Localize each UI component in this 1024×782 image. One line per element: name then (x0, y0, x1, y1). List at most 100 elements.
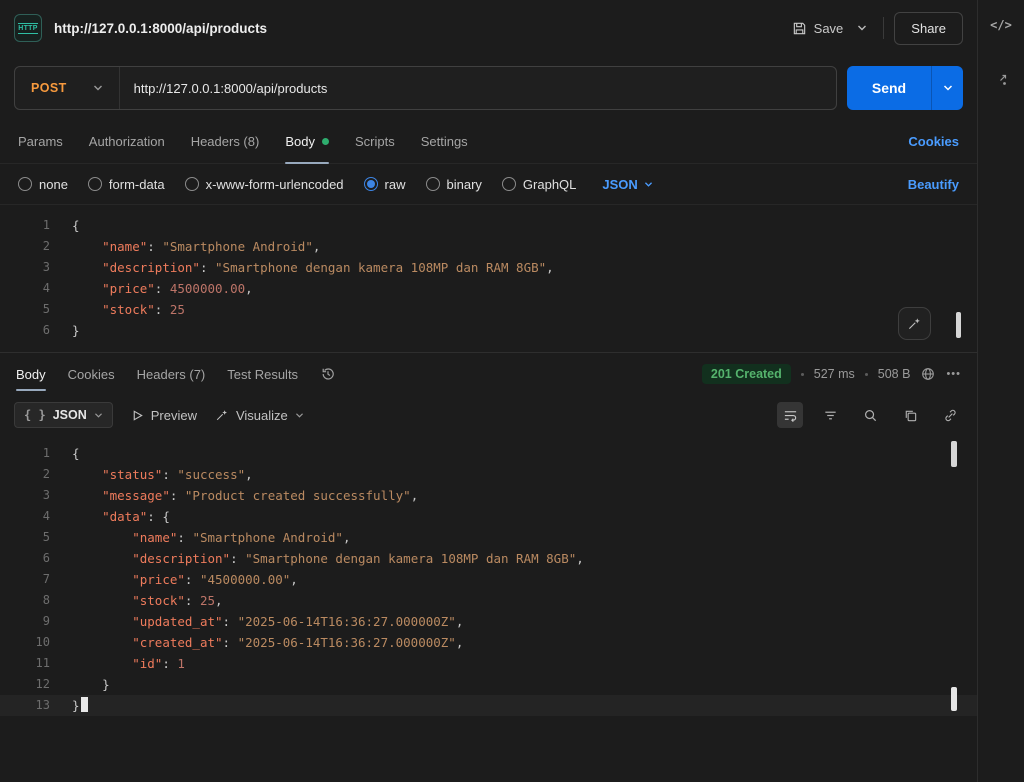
request-title: http://127.0.0.1:8000/api/products (54, 21, 267, 36)
response-tab-cookies[interactable]: Cookies (68, 353, 115, 395)
app-window: HTTP http://127.0.0.1:8000/api/products … (0, 0, 1024, 782)
body-mode-none[interactable]: none (18, 177, 68, 192)
response-format-label: JSON (53, 408, 87, 422)
code-line-13: 13} (0, 695, 977, 716)
format-button[interactable] (898, 307, 931, 340)
request-editor-scrollbar[interactable] (956, 312, 961, 338)
body-mode-binary[interactable]: binary (426, 177, 482, 192)
braces-icon: { } (24, 408, 46, 422)
save-options-button[interactable] (851, 17, 873, 39)
radio-icon (185, 177, 199, 191)
text-cursor (81, 697, 88, 712)
code-line-2: 2 "name": "Smartphone Android", (0, 236, 977, 257)
chevron-down-icon (857, 24, 867, 32)
response-tab-test-results[interactable]: Test Results (227, 353, 298, 395)
method-label: POST (31, 81, 67, 95)
save-button[interactable]: Save (784, 14, 852, 43)
chevron-down-icon (943, 84, 953, 92)
response-toolbar-icons (777, 402, 963, 428)
response-tab-body[interactable]: Body (16, 353, 46, 395)
request-tab-settings[interactable]: Settings (421, 120, 468, 163)
play-icon (131, 409, 144, 422)
body-mode-row: none form-data x-www-form-urlencoded raw bin… (0, 164, 977, 204)
response-size[interactable]: 508 B (878, 367, 911, 381)
console-icon[interactable] (993, 72, 1009, 88)
request-tab-scripts[interactable]: Scripts (355, 120, 395, 163)
share-button[interactable]: Share (894, 12, 963, 45)
body-mode-list: none form-data x-www-form-urlencoded raw bin… (18, 177, 576, 192)
history-icon (320, 366, 336, 382)
request-body-editor[interactable]: 1{2 "name": "Smartphone Android",3 "desc… (0, 204, 977, 352)
request-tabs-list: Params Authorization Headers (8) Body Script… (18, 120, 468, 163)
history-button[interactable] (320, 366, 336, 382)
code-line-5: 5 "name": "Smartphone Android", (0, 527, 977, 548)
radio-icon (18, 177, 32, 191)
send-button[interactable]: Send (847, 66, 931, 110)
response-code: 1{2 "status": "success",3 "message": "Pr… (0, 443, 977, 716)
save-label: Save (814, 21, 844, 36)
beautify-link[interactable]: Beautify (908, 177, 959, 192)
code-line-5: 5 "stock": 25 (0, 299, 977, 320)
response-editor-scrollbar[interactable] (951, 441, 957, 467)
request-tabs: Params Authorization Headers (8) Body Script… (0, 120, 977, 164)
meta-separator (865, 373, 868, 376)
link-icon[interactable] (937, 402, 963, 428)
chevron-down-icon (644, 181, 653, 188)
response-toolbar: { } JSON Preview Visualize (0, 395, 977, 435)
request-tab-headers-8[interactable]: Headers (8) (191, 120, 260, 163)
radio-icon (426, 177, 440, 191)
visualize-label: Visualize (236, 408, 288, 423)
request-tab-body[interactable]: Body (285, 120, 329, 163)
request-tab-params[interactable]: Params (18, 120, 63, 163)
filter-icon[interactable] (817, 402, 843, 428)
send-options-button[interactable] (931, 66, 963, 110)
url-input[interactable] (120, 81, 836, 96)
response-tab-headers-7[interactable]: Headers (7) (137, 353, 206, 395)
method-select[interactable]: POST (15, 67, 120, 109)
body-mode-raw[interactable]: raw (364, 177, 406, 192)
more-options-icon[interactable]: ••• (946, 368, 961, 380)
radio-icon (502, 177, 516, 191)
wrap-text-icon[interactable] (777, 402, 803, 428)
right-rail: </> (977, 0, 1024, 782)
header: HTTP http://127.0.0.1:8000/api/products … (0, 0, 977, 56)
response-tabs-list: Body Cookies Headers (7) Test Results (16, 353, 298, 395)
body-mode-x-www-form-urlencoded[interactable]: x-www-form-urlencoded (185, 177, 344, 192)
code-line-2: 2 "status": "success", (0, 464, 977, 485)
header-divider (883, 17, 884, 39)
chevron-down-icon (295, 412, 304, 419)
globe-icon[interactable] (920, 366, 936, 382)
code-line-12: 12 } (0, 674, 977, 695)
body-mode-graphql[interactable]: GraphQL (502, 177, 576, 192)
response-panel: Body Cookies Headers (7) Test Results 201 C… (0, 352, 977, 782)
body-mode-form-data[interactable]: form-data (88, 177, 165, 192)
cursor-position-marker (951, 687, 957, 711)
code-line-3: 3 "message": "Product created successful… (0, 485, 977, 506)
response-time[interactable]: 527 ms (814, 367, 855, 381)
request-code: 1{2 "name": "Smartphone Android",3 "desc… (0, 215, 977, 341)
code-line-4: 4 "price": 4500000.00, (0, 278, 977, 299)
code-snippet-icon[interactable]: </> (990, 18, 1012, 32)
code-line-11: 11 "id": 1 (0, 653, 977, 674)
cookies-link[interactable]: Cookies (908, 134, 959, 149)
wand-icon (215, 408, 229, 422)
code-line-8: 8 "stock": 25, (0, 590, 977, 611)
visualize-button[interactable]: Visualize (215, 408, 304, 423)
language-label: JSON (602, 177, 637, 192)
search-icon[interactable] (857, 402, 883, 428)
body-content-dot (322, 138, 329, 145)
empty-area (0, 721, 977, 782)
url-box: POST (14, 66, 837, 110)
preview-button[interactable]: Preview (131, 408, 197, 423)
copy-icon[interactable] (897, 402, 923, 428)
preview-label: Preview (151, 408, 197, 423)
main-panel: HTTP http://127.0.0.1:8000/api/products … (0, 0, 977, 782)
chevron-down-icon (94, 412, 103, 419)
response-body-editor[interactable]: 1{2 "status": "success",3 "message": "Pr… (0, 435, 977, 721)
response-format-select[interactable]: { } JSON (14, 402, 113, 428)
language-select[interactable]: JSON (602, 177, 652, 192)
share-label: Share (911, 21, 946, 36)
status-badge[interactable]: 201 Created (702, 364, 791, 384)
code-line-1: 1{ (0, 215, 977, 236)
request-tab-authorization[interactable]: Authorization (89, 120, 165, 163)
